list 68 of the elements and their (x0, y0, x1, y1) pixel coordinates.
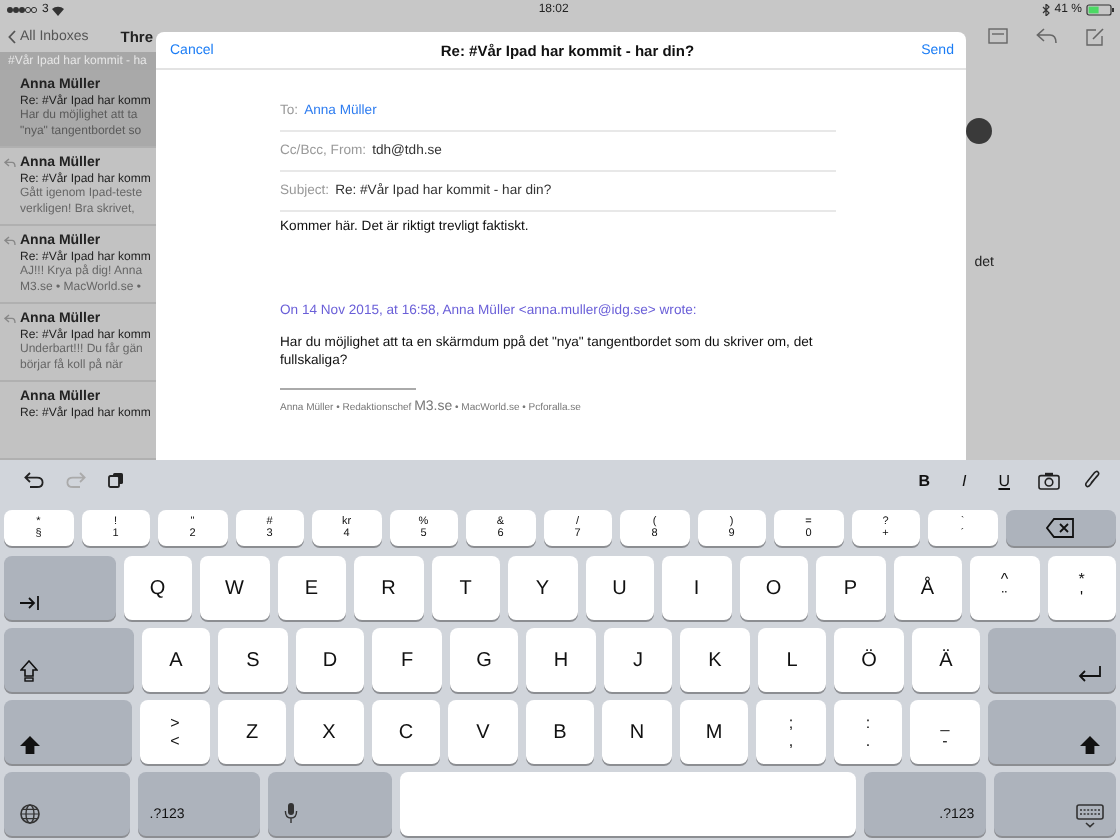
tab-arrow-icon (20, 596, 40, 610)
letter-key[interactable]: J (603, 628, 673, 692)
letter-key[interactable]: L (757, 628, 827, 692)
underline-format-button[interactable]: U (994, 471, 1014, 489)
letter-key[interactable]: Å (893, 556, 962, 620)
letter-key[interactable]: E (277, 556, 346, 620)
letter-key[interactable]: Y (508, 556, 577, 620)
italic-format-button[interactable]: I (957, 471, 971, 489)
letter-key[interactable]: X (294, 700, 364, 764)
hide-keyboard-icon (1075, 804, 1104, 828)
letter-key[interactable]: R (354, 556, 423, 620)
bold-format-button[interactable]: B (914, 471, 934, 489)
reply-arrow-icon (4, 314, 16, 325)
letter-key[interactable]: N (602, 700, 672, 764)
avatar (966, 118, 992, 144)
reply-icon[interactable] (1036, 28, 1058, 44)
symbol-key[interactable]: _ - (910, 700, 980, 764)
letter-key[interactable]: T (431, 556, 500, 620)
letter-key[interactable]: P (816, 556, 885, 620)
letter-key[interactable]: U (585, 556, 654, 620)
letter-key[interactable]: K (680, 628, 750, 692)
letter-key[interactable]: I (662, 556, 731, 620)
archive-icon[interactable] (988, 28, 1008, 44)
reply-arrow-icon (4, 158, 16, 169)
letter-key[interactable]: D (295, 628, 365, 692)
wifi-icon (52, 5, 65, 15)
microphone-icon (283, 802, 298, 824)
caps-lock-icon (20, 660, 38, 682)
shift-key[interactable] (4, 700, 133, 764)
undo-icon[interactable] (24, 472, 44, 488)
letter-key[interactable]: O (739, 556, 808, 620)
letter-key[interactable]: C (371, 700, 441, 764)
shift-key[interactable] (987, 700, 1116, 764)
back-chevron-icon (8, 29, 16, 43)
paste-icon[interactable] (108, 472, 124, 488)
paperclip-icon[interactable] (1084, 470, 1100, 490)
letter-key[interactable]: Ö (834, 628, 904, 692)
letter-key[interactable]: V (448, 700, 518, 764)
shift-arrow-icon (1080, 736, 1100, 754)
backspace-icon (1046, 518, 1075, 538)
symbol-key[interactable]: : . (833, 700, 903, 764)
letter-key[interactable]: Q (123, 556, 192, 620)
return-arrow-icon (1078, 666, 1102, 682)
symbol-key[interactable]: > < (140, 700, 210, 764)
backspace-key[interactable] (1005, 510, 1116, 546)
hide-keyboard-key[interactable] (994, 772, 1116, 836)
globe-icon (20, 804, 40, 824)
letter-key[interactable]: W (200, 556, 269, 620)
bluetooth-icon (1042, 4, 1051, 16)
letter-key[interactable]: S (218, 628, 288, 692)
reply-arrow-icon (4, 236, 16, 247)
letter-key[interactable]: Z (217, 700, 287, 764)
battery-icon (1085, 4, 1114, 16)
letter-key[interactable]: M (679, 700, 749, 764)
letter-key[interactable]: H (526, 628, 596, 692)
symbol-key[interactable]: ^ ¨ (970, 556, 1039, 620)
symbol-key[interactable]: * ' (1047, 556, 1116, 620)
compose-icon[interactable] (1086, 27, 1104, 45)
letter-key[interactable]: F (372, 628, 442, 692)
shift-arrow-icon (20, 736, 40, 754)
letter-key[interactable]: Ä (911, 628, 981, 692)
symbol-key[interactable]: ; , (756, 700, 826, 764)
letter-key[interactable]: A (141, 628, 211, 692)
camera-icon[interactable] (1038, 471, 1060, 489)
letter-key[interactable]: B (525, 700, 595, 764)
letter-key[interactable]: G (449, 628, 519, 692)
globe-key[interactable] (4, 772, 130, 836)
signal-icon (6, 6, 38, 14)
